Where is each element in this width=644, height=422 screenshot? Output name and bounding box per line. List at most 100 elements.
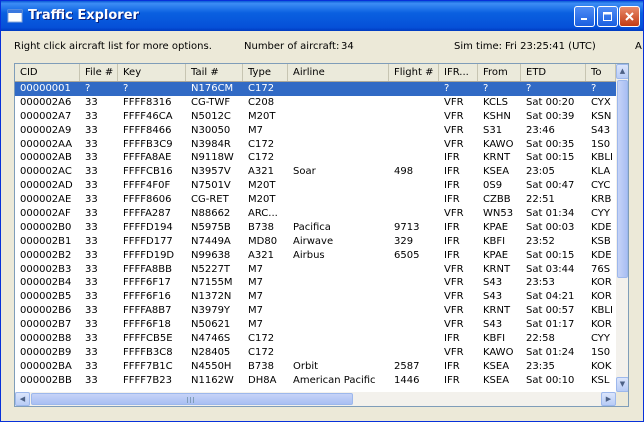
table-row[interactable]: 000002AD 33 FFFF4F0F N7501V M20T IFR 0S9 Sat 00… [15, 179, 616, 193]
table-row[interactable]: 000002A9 33 FFFF8466 N30050 M7 VFR S31 23:46 S43 [15, 124, 616, 138]
table-row[interactable]: 000002B0 33 FFFFD194 N5975B B738 Pacifica 9713… [15, 221, 616, 235]
column-header-file[interactable]: File # [80, 64, 118, 81]
column-header-to[interactable]: To [586, 64, 616, 81]
cell-cid: 000002B7 [20, 319, 72, 331]
cut-off-label: A [635, 41, 642, 52]
cell-cid: 000002B5 [20, 291, 72, 303]
aircraft-count-value: 34 [341, 41, 354, 52]
scroll-left-button[interactable]: ◀ [15, 392, 30, 406]
table-row[interactable]: 000002AC 33 FFFFCB16 N3957V A321 Soar 498 IFR KS… [15, 165, 616, 179]
cell-to: KLA [591, 166, 611, 178]
vertical-scroll-thumb[interactable] [617, 80, 628, 278]
cell-file: 33 [85, 208, 98, 220]
cell-to: KOR [591, 291, 612, 303]
horizontal-scroll-thumb[interactable] [31, 393, 353, 405]
cell-file: 33 [85, 277, 98, 289]
cell-type: C208 [248, 96, 275, 108]
table-row[interactable]: 000002B9 33 FFFFB3C8 N28405 C172 VFR KAWO Sat 0… [15, 346, 616, 360]
cell-from: KBFI [483, 235, 506, 247]
cell-to: KOK [591, 360, 612, 372]
cell-etd: 22:58 [526, 333, 555, 345]
column-header-from[interactable]: From [478, 64, 521, 81]
cell-to: 1S0 [591, 346, 611, 358]
aircraft-list[interactable]: CID File # Key Tail # Type Airline Fligh… [14, 63, 629, 407]
cell-etd: Sat 01:17 [526, 319, 575, 331]
arrow-up-icon: ▲ [619, 67, 626, 75]
column-header-tail[interactable]: Tail # [186, 64, 243, 81]
cell-etd: Sat 00:20 [526, 96, 575, 108]
table-row[interactable]: 000002AA 33 FFFFB3C9 N3984R C172 VFR KAWO Sat 0… [15, 138, 616, 152]
cell-type: M20T [248, 194, 276, 206]
table-row[interactable]: 000002B5 33 FFFF6F16 N1372N M7 VFR S43 Sat 04:2… [15, 290, 616, 304]
column-header-etd[interactable]: ETD [521, 64, 586, 81]
table-row[interactable]: 000002B6 33 FFFFA8B7 N3979Y M7 VFR KRNT Sat 00:… [15, 304, 616, 318]
arrow-down-icon: ▼ [619, 380, 626, 388]
cell-tail: N88662 [191, 208, 231, 220]
cell-file: 33 [85, 305, 98, 317]
cell-cid: 000002B2 [20, 249, 72, 261]
grip-line [193, 397, 194, 403]
maximize-button[interactable] [597, 6, 618, 27]
cell-ifr: IFR [444, 221, 460, 233]
cell-cid: 000002BA [20, 360, 72, 372]
column-header-flight[interactable]: Flight # [389, 64, 439, 81]
table-row[interactable]: 000002B7 33 FFFF6F18 N50621 M7 VFR S43 Sat 01:1… [15, 318, 616, 332]
table-row[interactable]: 000002B3 33 FFFFA8BB N5227T M7 VFR KRNT Sat 03:… [15, 263, 616, 277]
table-row[interactable]: 000002B2 33 FFFFD19D N99638 A321 Airbus 6505 IF… [15, 249, 616, 263]
cell-to: CYY [591, 333, 611, 345]
sim-time-value: Fri 23:25:41 (UTC) [505, 41, 596, 52]
cell-from: KAWO [483, 138, 514, 150]
horizontal-scrollbar[interactable]: ◀ ▶ [15, 392, 616, 406]
cell-tail: N5975B [191, 221, 231, 233]
cell-file: 33 [85, 138, 98, 150]
close-button[interactable] [619, 6, 640, 27]
table-row[interactable]: 000002A7 33 FFFF46CA N5012C M20T VFR KSHN Sat 0… [15, 110, 616, 124]
table-row[interactable]: 000002B4 33 FFFF6F17 N7155M M7 VFR S43 23:53 KOR [15, 276, 616, 290]
cell-from: CZBB [483, 194, 511, 206]
table-row[interactable]: 000002AF 33 FFFFA287 N88662 ARC... VFR WN53 Sat… [15, 207, 616, 221]
vertical-scrollbar[interactable]: ▲ ▼ [616, 64, 628, 392]
cell-file: 33 [85, 360, 98, 372]
column-header-key[interactable]: Key [118, 64, 186, 81]
column-header-airline[interactable]: Airline [288, 64, 389, 81]
cell-tail: CG-TWF [191, 96, 231, 108]
table-row[interactable]: 000002A6 33 FFFF8316 CG-TWF C208 VFR KCLS Sat 0… [15, 96, 616, 110]
cell-ifr: VFR [444, 263, 464, 275]
cell-ifr: IFR [444, 235, 460, 247]
cell-to: CYC [591, 180, 611, 192]
cell-from: 0S9 [483, 180, 503, 192]
cell-ifr: ? [444, 83, 450, 94]
scroll-down-button[interactable]: ▼ [616, 377, 628, 392]
cell-from: KAWO [483, 346, 514, 358]
minimize-button[interactable] [574, 6, 595, 27]
table-row[interactable]: 000002BB 33 FFFF7B23 N1162W DH8A American Pac… [15, 374, 616, 388]
table-row[interactable]: 000002B1 33 FFFFD177 N7449A MD80 Airwave 329 IF… [15, 235, 616, 249]
cell-file: 33 [85, 235, 98, 247]
cell-to: KOR [591, 319, 612, 331]
cell-from: S31 [483, 124, 503, 136]
cell-from: KPAE [483, 249, 509, 261]
column-header-type[interactable]: Type [243, 64, 288, 81]
column-header-cid[interactable]: CID [15, 64, 80, 81]
cell-type: B738 [248, 360, 274, 372]
cell-type: M7 [248, 124, 263, 136]
table-row[interactable]: 000002AE 33 FFFF8606 CG-RET M20T IFR CZBB 22:51… [15, 193, 616, 207]
cell-cid: 000002BB [20, 374, 72, 386]
cell-etd: Sat 03:44 [526, 263, 575, 275]
column-header-ifr[interactable]: IFR... [439, 64, 478, 81]
scroll-up-button[interactable]: ▲ [616, 64, 628, 79]
table-row[interactable]: 00000001?? N176CM C172???? [15, 82, 616, 96]
scroll-right-button[interactable]: ▶ [601, 392, 616, 406]
table-row[interactable]: 000002B8 33 FFFFCB5E N4746S C172 IFR KBFI 22:58… [15, 332, 616, 346]
title-bar[interactable]: Traffic Explorer [1, 1, 643, 31]
minimize-icon [581, 18, 587, 20]
cell-file: ? [85, 83, 91, 94]
table-row[interactable]: 000002BA 33 FFFF7B1C N4550H B738 Orbit 2587 IFR… [15, 360, 616, 374]
cell-to: ? [591, 83, 597, 94]
table-row[interactable]: 000002AB 33 FFFFA8AE N9118W C172 IFR KRNT Sat 0… [15, 151, 616, 165]
cell-ifr: IFR [444, 249, 460, 261]
cell-tail: N1162W [191, 374, 234, 386]
cell-ifr: IFR [444, 374, 460, 386]
cell-key: FFFFD19D [123, 249, 175, 261]
cell-cid: 000002AA [20, 138, 73, 150]
